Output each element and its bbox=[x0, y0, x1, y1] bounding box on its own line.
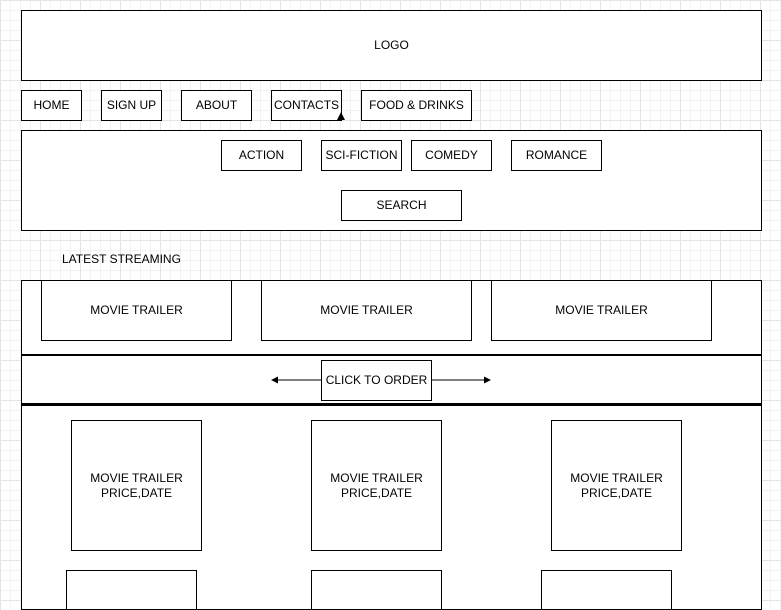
nav-signup-button[interactable]: SIGN UP bbox=[101, 90, 162, 121]
arrow-right-icon[interactable] bbox=[432, 374, 492, 386]
logo-banner[interactable]: LOGO bbox=[21, 10, 762, 81]
product-title: MOVIE TRAILER bbox=[570, 470, 663, 485]
nav-food-drinks-button[interactable]: FOOD & DRINKS bbox=[361, 90, 472, 121]
genre-comedy-button[interactable]: COMEDY bbox=[411, 140, 492, 171]
product-meta: PRICE,DATE bbox=[340, 485, 413, 500]
genre-scifi-button[interactable]: SCI-FICTION bbox=[321, 140, 402, 171]
product-meta: PRICE,DATE bbox=[580, 485, 653, 500]
product-title: MOVIE TRAILER bbox=[330, 470, 423, 485]
divider bbox=[21, 403, 762, 406]
search-button[interactable]: SEARCH bbox=[341, 190, 462, 221]
product-card-partial[interactable] bbox=[541, 570, 672, 610]
product-card[interactable]: MOVIE TRAILER PRICE,DATE bbox=[311, 420, 442, 551]
product-card[interactable]: MOVIE TRAILER PRICE,DATE bbox=[551, 420, 682, 551]
product-card-partial[interactable] bbox=[311, 570, 442, 610]
nav-about-button[interactable]: ABOUT bbox=[181, 90, 252, 121]
logo-text: LOGO bbox=[374, 38, 409, 52]
divider bbox=[21, 354, 762, 356]
arrow-left-icon[interactable] bbox=[271, 374, 323, 386]
cursor-icon bbox=[337, 112, 345, 120]
trailer-card[interactable]: MOVIE TRAILER bbox=[41, 280, 232, 341]
nav-home-button[interactable]: HOME bbox=[21, 90, 82, 121]
product-title: MOVIE TRAILER bbox=[90, 470, 183, 485]
nav-contacts-button[interactable]: CONTACTS bbox=[271, 90, 342, 121]
trailer-card[interactable]: MOVIE TRAILER bbox=[261, 280, 472, 341]
click-to-order-button[interactable]: CLICK TO ORDER bbox=[321, 360, 432, 401]
product-card[interactable]: MOVIE TRAILER PRICE,DATE bbox=[71, 420, 202, 551]
product-meta: PRICE,DATE bbox=[100, 485, 173, 500]
section-title: LATEST STREAMING bbox=[62, 252, 181, 266]
genre-action-button[interactable]: ACTION bbox=[221, 140, 302, 171]
product-card-partial[interactable] bbox=[66, 570, 197, 610]
trailer-card[interactable]: MOVIE TRAILER bbox=[491, 280, 712, 341]
genre-romance-button[interactable]: ROMANCE bbox=[511, 140, 602, 171]
